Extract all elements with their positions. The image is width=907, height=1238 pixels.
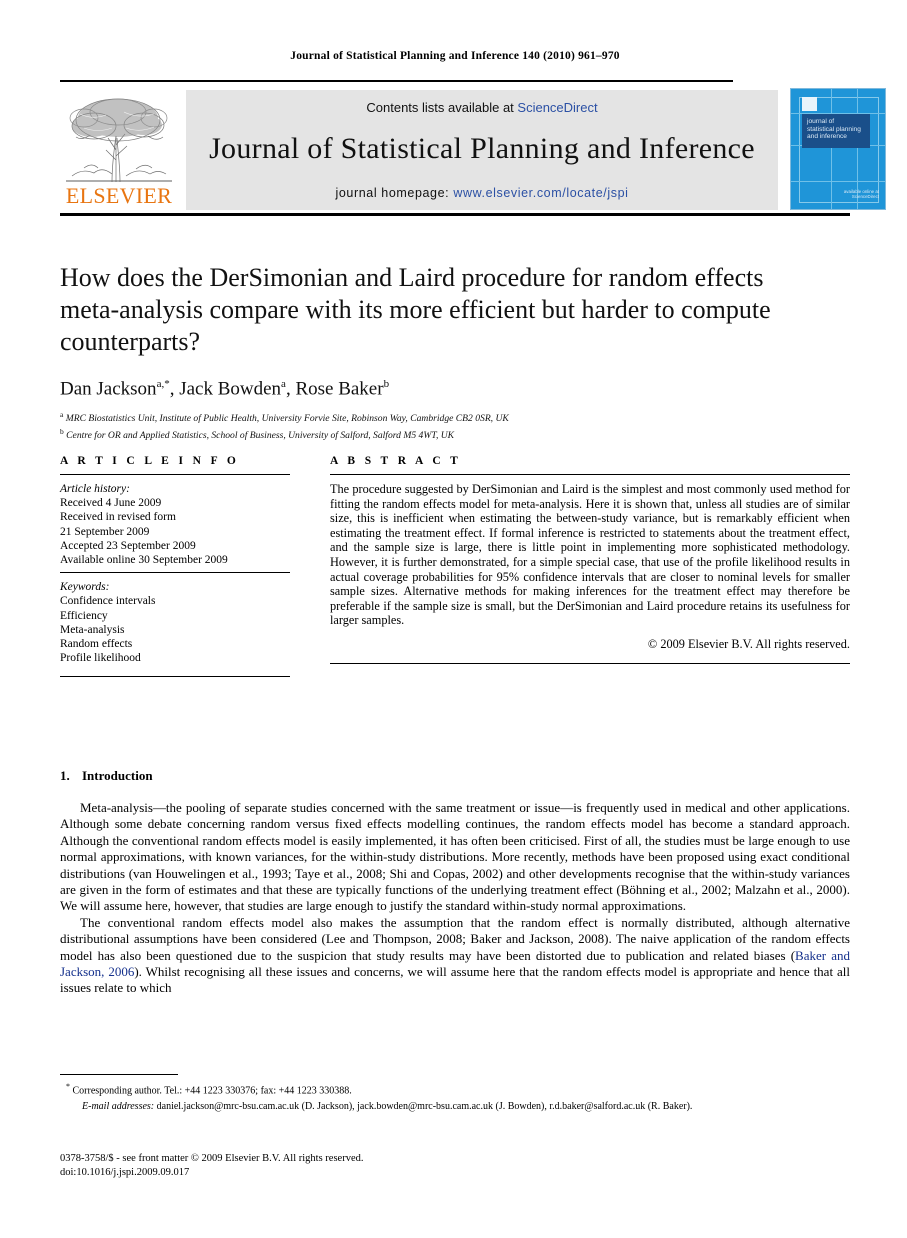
journal-homepage-line: journal homepage: www.elsevier.com/locat… [186, 186, 778, 200]
elsevier-logo: ELSEVIER [64, 90, 174, 210]
cover-footer-line-2: ScienceDirect [851, 194, 879, 200]
section-heading-introduction: 1. Introduction [60, 768, 850, 784]
page-title: How does the DerSimonian and Laird proce… [60, 263, 771, 356]
article-info-heading: A R T I C L E I N F O [60, 455, 240, 467]
affiliation-item: a MRC Biostatistics Unit, Institute of P… [60, 409, 850, 426]
cover-grid-line [791, 181, 885, 182]
cover-title-line-1: journal of [807, 118, 835, 125]
abstract-body: The procedure suggested by DerSimonian a… [330, 482, 850, 628]
affiliation-item: b Centre for OR and Applied Statistics, … [60, 426, 850, 443]
imprint-block: 0378-3758/$ - see front matter © 2009 El… [60, 1152, 850, 1180]
journal-cover-thumbnail[interactable]: journal of statistical planning and infe… [790, 88, 886, 210]
keyword-item: Random effects [60, 638, 133, 651]
affiliation-mark-a: a [60, 410, 64, 420]
keywords-label: Keywords: [60, 581, 110, 594]
email-addresses-text[interactable]: daniel.jackson@mrc-bsu.cam.ac.uk (D. Jac… [157, 1101, 693, 1112]
cover-footer-mark: available online at ScienceDirect [843, 189, 879, 200]
affiliation-list: a MRC Biostatistics Unit, Institute of P… [60, 409, 850, 442]
footnote-area: * Corresponding author. Tel.: +44 1223 3… [60, 1074, 480, 1097]
article-history-line: 21 September 2009 [60, 525, 150, 538]
corresponding-author-note: * Corresponding author. Tel.: +44 1223 3… [60, 1080, 480, 1097]
author-name-3: Rose Baker [295, 378, 384, 400]
masthead-top-rule [60, 80, 733, 82]
article-info-bottom-rule [60, 676, 290, 678]
title-block: How does the DerSimonian and Laird proce… [60, 262, 850, 443]
running-head: Journal of Statistical Planning and Infe… [290, 50, 620, 62]
homepage-url-link[interactable]: www.elsevier.com/locate/jspi [453, 186, 628, 200]
abstract-column: A B S T R A C T The procedure suggested … [330, 455, 850, 664]
paragraph-2-part-a: The conventional random effects model al… [60, 914, 850, 963]
author-marks-1: a,* [156, 378, 170, 390]
abstract-copyright: © 2009 Elsevier B.V. All rights reserved… [647, 636, 850, 651]
corresponding-author-text: Corresponding author. Tel.: +44 1223 330… [72, 1085, 352, 1097]
cover-title-line-2: statistical planning [807, 125, 861, 133]
journal-masthead: ELSEVIER Contents lists available at Sci… [60, 80, 886, 216]
article-history-line: Received in revised form [60, 511, 176, 524]
homepage-prefix: journal homepage: [335, 186, 454, 200]
article-info-column: A R T I C L E I N F O Article history: R… [60, 455, 290, 678]
keyword-item: Efficiency [60, 609, 108, 622]
elsevier-wordmark: ELSEVIER [65, 183, 173, 208]
cover-elsevier-mark-icon [802, 97, 817, 111]
author-marks-3: b [383, 378, 390, 390]
sciencedirect-link[interactable]: ScienceDirect [517, 100, 597, 115]
cover-grid-line [831, 89, 832, 209]
author-name-1: Dan Jackson [60, 378, 157, 400]
body-text: Meta-analysis—the pooling of separate st… [60, 800, 850, 997]
article-history-label: Article history: [60, 483, 130, 495]
affiliation-text-a: MRC Biostatistics Unit, Institute of Pub… [65, 413, 509, 425]
section-number: 1. [60, 768, 70, 783]
abstract-heading: A B S T R A C T [330, 455, 462, 467]
keyword-item: Meta-analysis [60, 623, 125, 636]
keywords-rule [60, 572, 290, 574]
email-addresses-note: E-mail addresses: daniel.jackson@mrc-bsu… [60, 1100, 872, 1113]
author-list: Dan Jacksona,*, Jack Bowdena, Rose Baker… [60, 378, 390, 400]
article-history-line: Received 4 June 2009 [60, 497, 162, 510]
journal-banner: Contents lists available at ScienceDirec… [186, 90, 778, 210]
affiliation-mark-b: b [60, 427, 64, 437]
keyword-item: Profile likelihood [60, 652, 141, 665]
article-history-line: Available online 30 September 2009 [60, 554, 228, 567]
paragraph-1: Meta-analysis—the pooling of separate st… [60, 800, 850, 914]
paragraph-2-part-b: ). Whilst recognising all these issues a… [60, 964, 850, 996]
article-info-rule [60, 474, 290, 475]
section-title: Introduction [82, 768, 153, 783]
tree-engraving-icon [66, 98, 172, 183]
affiliation-text-b: Centre for OR and Applied Statistics, Sc… [66, 430, 455, 442]
abstract-rule [330, 474, 850, 475]
masthead-bottom-rule [60, 213, 850, 216]
abstract-bottom-rule [330, 662, 850, 664]
doi-line[interactable]: doi:10.1016/j.jspi.2009.09.017 [60, 1166, 850, 1180]
keyword-item: Confidence intervals [60, 595, 156, 608]
cover-title-line-3: and inference [807, 133, 847, 141]
issn-front-matter: 0378-3758/$ - see front matter © 2009 El… [60, 1153, 364, 1164]
footnote-rule [60, 1074, 178, 1075]
author-name-2: Jack Bowden [179, 378, 282, 400]
article-page: Journal of Statistical Planning and Infe… [0, 0, 907, 1238]
corresponding-author-mark: * [66, 1082, 70, 1091]
author-marks-2: a [281, 378, 286, 390]
contents-lists-line: Contents lists available at ScienceDirec… [186, 100, 778, 115]
article-history-line: Accepted 23 September 2009 [60, 539, 196, 552]
paragraph-2: The conventional random effects model al… [60, 915, 850, 997]
journal-title: Journal of Statistical Planning and Infe… [209, 132, 755, 165]
email-addresses-label: E-mail addresses: [82, 1101, 155, 1112]
cover-title-box: journal of statistical planning and infe… [802, 114, 870, 148]
contents-lists-prefix: Contents lists available at [366, 100, 518, 115]
